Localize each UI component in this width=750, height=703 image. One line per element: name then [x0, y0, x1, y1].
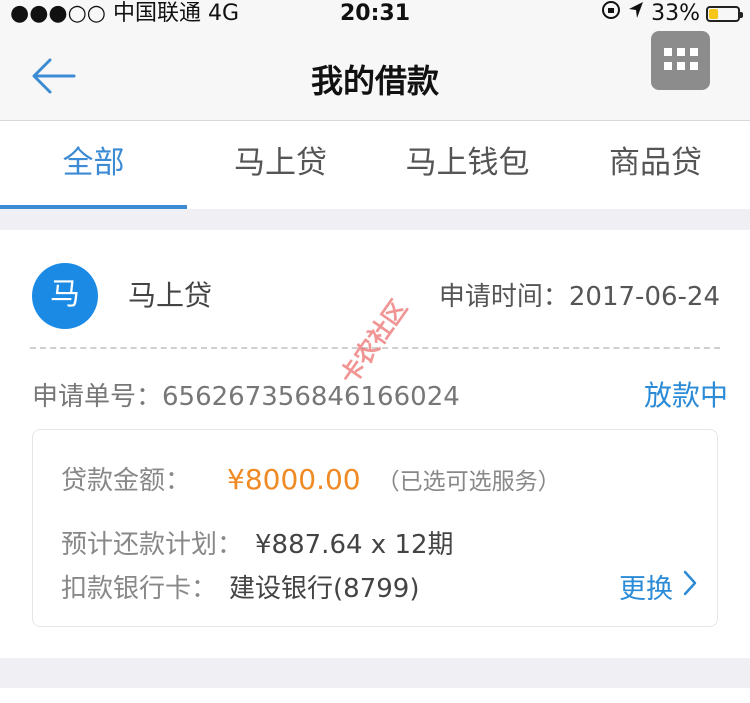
location-icon [627, 0, 645, 28]
battery-icon [706, 6, 743, 22]
chevron-right-icon [683, 570, 697, 603]
tab-goods-loan[interactable]: 商品贷 [562, 121, 749, 209]
page-title: 我的借款 [310, 62, 439, 100]
apply-time: 申请时间：2017-06-24 [438, 282, 720, 312]
bank-row: 扣款银行卡： 建设银行(8799) [61, 568, 419, 605]
tab-bar: 全部 马上贷 马上钱包 商品贷 [0, 121, 750, 209]
amount-row: 贷款金额： ¥8000.00 （已选可选服务） [61, 460, 561, 497]
orientation-lock-icon [601, 0, 621, 28]
order-label: 申请单号： [32, 382, 163, 412]
next-card-edge [0, 688, 750, 703]
loan-details: 贷款金额： ¥8000.00 （已选可选服务） 预计还款计划： ¥887.64 x 1… [32, 429, 718, 627]
change-card-button[interactable]: 更换 [619, 567, 697, 606]
menu-button[interactable] [651, 31, 710, 90]
bank-value: 建设银行(8799) [229, 574, 420, 604]
amount-label: 贷款金额： [61, 466, 192, 496]
nav-bar: 我的借款 [0, 30, 750, 121]
tab-mashang-wallet[interactable]: 马上钱包 [374, 121, 561, 209]
loan-status: 放款中 [643, 379, 728, 412]
amount-note: （已选可选服务） [376, 469, 561, 495]
battery-percent: 33% [651, 1, 700, 26]
status-right: 33% [601, 0, 743, 28]
change-label: 更换 [619, 574, 673, 605]
loan-card[interactable]: 马 马上贷 申请时间：2017-06-24 申请单号：6562673568461… [0, 230, 750, 658]
order-number: 申请单号：656267356846166024 [32, 376, 460, 413]
active-tab-indicator [0, 205, 187, 209]
order-value: 656267356846166024 [162, 382, 460, 412]
plan-label: 预计还款计划： [61, 530, 244, 560]
tab-mashangdai[interactable]: 马上贷 [187, 121, 374, 209]
product-avatar: 马 [32, 263, 98, 329]
grid-menu-icon [663, 47, 698, 74]
loan-amount: ¥8000.00 [227, 463, 361, 496]
plan-row: 预计还款计划： ¥887.64 x 12期 [61, 524, 454, 561]
bank-label: 扣款银行卡： [61, 574, 218, 604]
status-bar: ●●●○○ 中国联通 4G 20:31 33% [0, 0, 750, 30]
tab-all[interactable]: 全部 [0, 121, 187, 209]
plan-value: ¥887.64 x 12期 [255, 530, 454, 560]
product-name: 马上贷 [128, 279, 213, 312]
